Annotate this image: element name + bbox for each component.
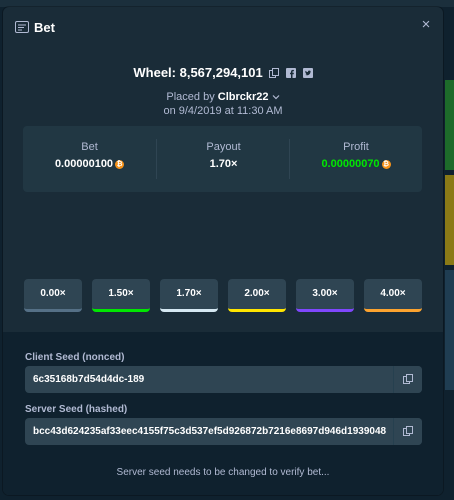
seeds-section: Client Seed (nonced) 6c35168b7d54d4dc-18… [3, 332, 443, 495]
twitter-icon[interactable] [302, 67, 313, 78]
stat-profit-label: Profit [343, 141, 369, 153]
modal-title: Bet [34, 20, 55, 35]
copy-client-seed-button[interactable] [393, 366, 422, 393]
server-seed-value: bcc43d624235af33eec4155f75c3d537ef5d9268… [33, 426, 387, 437]
server-seed-label: Server Seed (hashed) [25, 404, 128, 415]
stat-payout-value: 1.70× [209, 158, 238, 170]
stat-profit: Profit 0.00000070 ₿ [290, 126, 422, 192]
multiplier-5[interactable]: 4.00× [364, 279, 422, 312]
verify-note: Server seed needs to be changed to verif… [116, 467, 330, 478]
multiplier-1[interactable]: 1.50× [92, 279, 150, 312]
client-seed-value: 6c35168b7d54d4dc-189 [33, 374, 145, 385]
multiplier-3[interactable]: 2.00× [228, 279, 286, 312]
stat-profit-value: 0.00000070 [321, 158, 380, 170]
client-seed-label: Client Seed (nonced) [25, 352, 125, 363]
stat-profit-value-row: 0.00000070 ₿ [290, 158, 422, 170]
stat-bet-value: 0.00000100 [54, 158, 114, 170]
chevron-down-icon[interactable] [272, 94, 280, 100]
client-seed-field[interactable]: 6c35168b7d54d4dc-189 [25, 366, 422, 393]
placed-by-prefix: Placed by [166, 91, 215, 103]
close-button[interactable]: × [419, 17, 433, 32]
background-strip-right-yellow [445, 175, 454, 265]
game-id-line: Wheel: 8,567,294,101 [3, 64, 443, 80]
bitcoin-icon: ₿ [381, 159, 391, 169]
background-strip-right-green [445, 80, 454, 170]
stat-bet: Bet 0.00000100 ₿ [23, 126, 156, 192]
bitcoin-icon: ₿ [115, 159, 125, 169]
background-strip-right-blue [445, 270, 454, 390]
facebook-icon[interactable] [285, 67, 296, 78]
user-link[interactable]: Clbrckr22 [218, 91, 269, 103]
multiplier-0[interactable]: 0.00× [24, 279, 82, 312]
stat-payout: Payout 1.70× [157, 126, 290, 192]
multiplier-row: 0.00× 1.50× 1.70× 2.00× 3.00× 4.00× [24, 279, 422, 312]
bet-date: on 9/4/2019 at 11:30 AM [163, 105, 283, 117]
placed-by-line: Placed by Clbrckr22 [3, 91, 443, 103]
copy-icon [403, 426, 413, 436]
multiplier-2[interactable]: 1.70× [160, 279, 218, 312]
modal-header: Bet × [3, 7, 443, 47]
stat-bet-label: Bet [81, 141, 98, 153]
multiplier-4[interactable]: 3.00× [296, 279, 354, 312]
copy-server-seed-button[interactable] [393, 418, 422, 445]
game-id-label: Wheel: 8,567,294,101 [133, 65, 263, 81]
bet-modal: Bet × Wheel: 8,567,294,101 Placed by Clb… [3, 7, 443, 495]
copy-icon [403, 374, 413, 384]
bet-stats-panel: Bet 0.00000100 ₿ Payout 1.70× Profit 0.00… [23, 126, 422, 192]
bet-slip-icon [15, 21, 29, 33]
copy-icon[interactable] [269, 67, 280, 78]
background-strip-top [0, 0, 454, 7]
stat-bet-value-row: 0.00000100 ₿ [23, 158, 156, 170]
stat-payout-label: Payout [206, 141, 241, 153]
server-seed-field[interactable]: bcc43d624235af33eec4155f75c3d537ef5d9268… [25, 418, 422, 445]
